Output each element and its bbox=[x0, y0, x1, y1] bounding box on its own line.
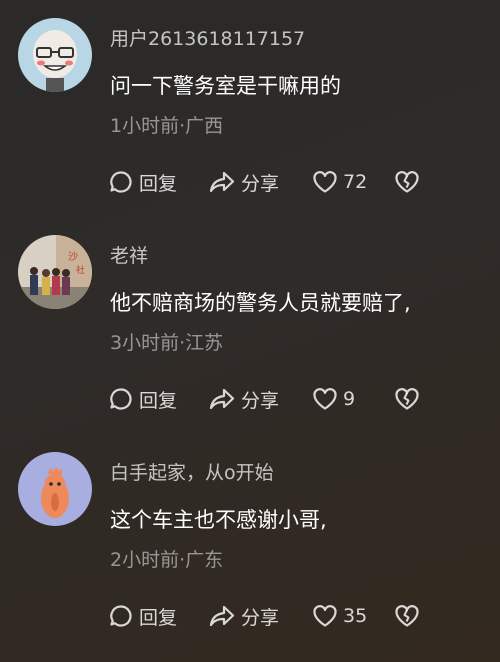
username[interactable]: 白手起家，从o开始 bbox=[110, 458, 274, 485]
comment-meta: 1小时前·广西 bbox=[110, 115, 224, 137]
comment-text: 问一下警务室是干嘛用的 bbox=[110, 74, 341, 98]
comment-item: 白手起家，从o开始 这个车主也不感谢小哥, 2小时前·广东 回复 分享 35 bbox=[0, 434, 500, 649]
avatar[interactable]: 沙 社 bbox=[18, 235, 92, 309]
broken-heart-icon bbox=[394, 170, 420, 194]
like-button[interactable]: 35 bbox=[312, 604, 394, 628]
comment-actions: 回复 分享 35 bbox=[108, 598, 424, 634]
like-count: 35 bbox=[343, 605, 368, 627]
comment-actions: 回复 分享 72 bbox=[108, 164, 424, 200]
share-button[interactable]: 分享 bbox=[208, 603, 312, 630]
share-icon bbox=[208, 603, 236, 629]
heart-icon bbox=[312, 170, 338, 194]
like-button[interactable]: 9 bbox=[312, 387, 394, 411]
like-count: 72 bbox=[343, 171, 368, 193]
comment-text: 他不赔商场的警务人员就要赔了, bbox=[110, 291, 411, 315]
share-label: 分享 bbox=[241, 172, 280, 195]
username[interactable]: 老祥 bbox=[110, 241, 148, 268]
dislike-button[interactable] bbox=[394, 604, 424, 628]
svg-text:社: 社 bbox=[76, 264, 85, 276]
reply-label: 回复 bbox=[139, 389, 178, 412]
reply-icon bbox=[108, 386, 134, 412]
reply-icon bbox=[108, 603, 134, 629]
share-label: 分享 bbox=[241, 389, 280, 412]
heart-icon bbox=[312, 387, 338, 411]
avatar[interactable] bbox=[18, 452, 92, 526]
heart-icon bbox=[312, 604, 338, 628]
comment-actions: 回复 分享 9 bbox=[108, 381, 424, 417]
like-button[interactable]: 72 bbox=[312, 170, 394, 194]
broken-heart-icon bbox=[394, 387, 420, 411]
share-label: 分享 bbox=[241, 606, 280, 629]
reply-label: 回复 bbox=[139, 606, 178, 629]
dislike-button[interactable] bbox=[394, 387, 424, 411]
reply-label: 回复 bbox=[139, 172, 178, 195]
comment-item: 沙 社 老祥 他不赔商场的警务人员就要赔了, 3小时前·江苏 回复 分享 9 bbox=[0, 217, 500, 432]
like-count: 9 bbox=[343, 388, 356, 410]
avatar[interactable] bbox=[18, 18, 92, 92]
reply-icon bbox=[108, 169, 134, 195]
share-icon bbox=[208, 386, 236, 412]
comment-meta: 2小时前·广东 bbox=[110, 549, 224, 571]
comment-text: 这个车主也不感谢小哥, bbox=[110, 508, 327, 532]
share-button[interactable]: 分享 bbox=[208, 386, 312, 413]
comment-item: 用户2613618117157 问一下警务室是干嘛用的 1小时前·广西 回复 分… bbox=[0, 0, 500, 215]
reply-button[interactable]: 回复 bbox=[108, 603, 208, 630]
reply-button[interactable]: 回复 bbox=[108, 386, 208, 413]
svg-text:沙: 沙 bbox=[68, 251, 78, 263]
dislike-button[interactable] bbox=[394, 170, 424, 194]
share-button[interactable]: 分享 bbox=[208, 169, 312, 196]
share-icon bbox=[208, 169, 236, 195]
username[interactable]: 用户2613618117157 bbox=[110, 24, 305, 51]
reply-button[interactable]: 回复 bbox=[108, 169, 208, 196]
broken-heart-icon bbox=[394, 604, 420, 628]
comment-meta: 3小时前·江苏 bbox=[110, 332, 224, 354]
